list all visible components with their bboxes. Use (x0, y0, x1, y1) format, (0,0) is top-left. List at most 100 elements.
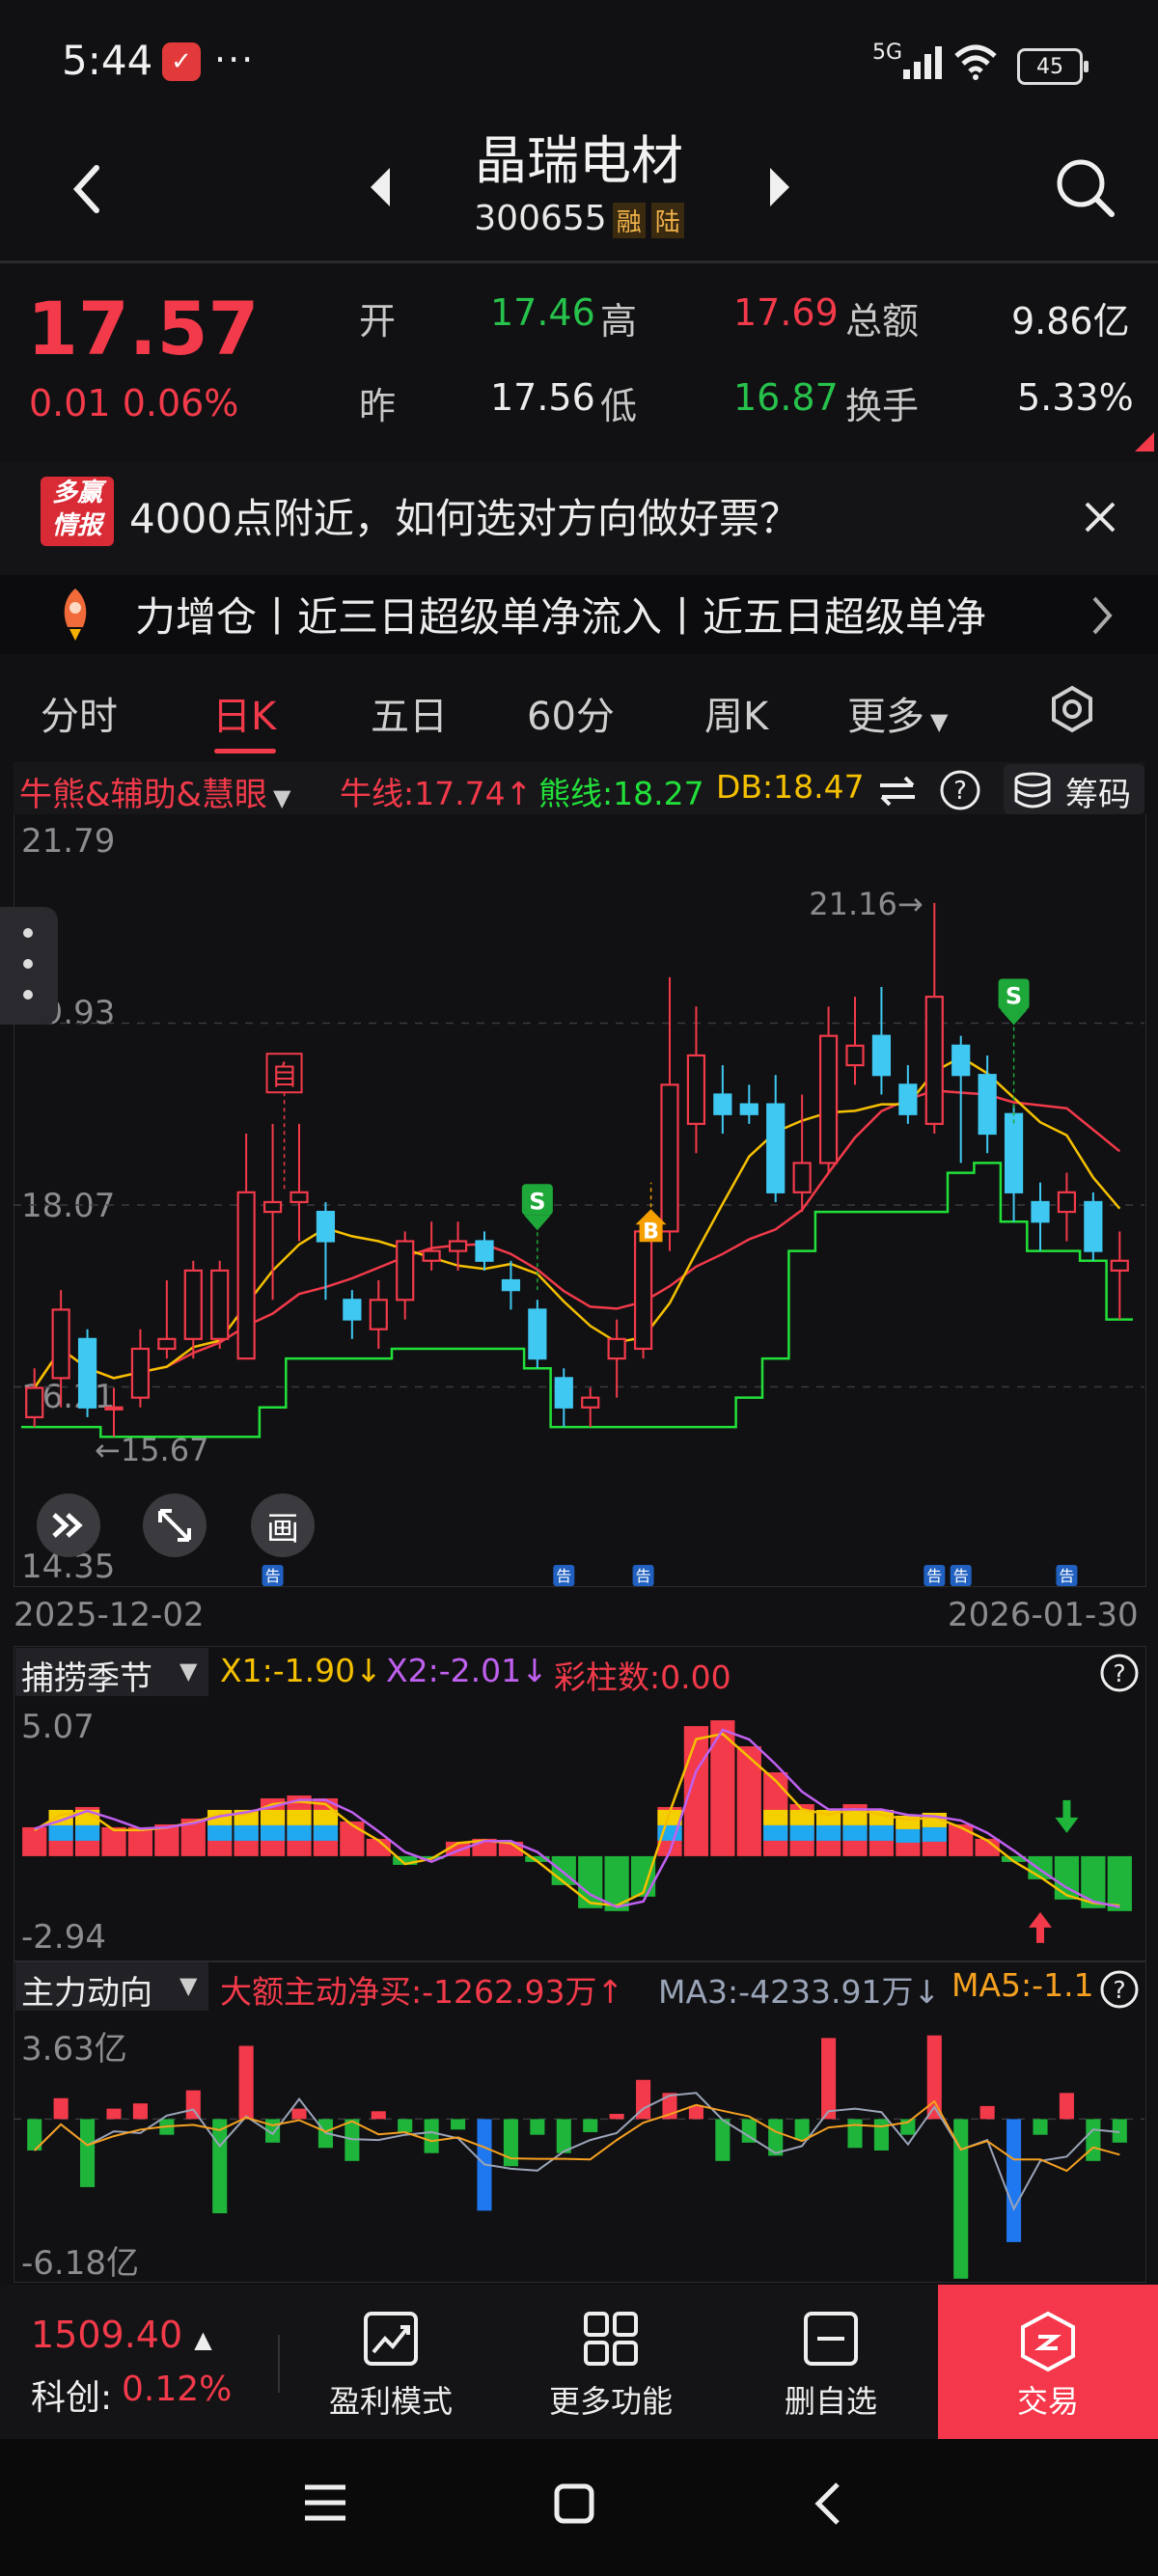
candle-body (633, 1230, 653, 1351)
candle-body (1004, 1112, 1024, 1193)
battery-icon: 45 (1017, 48, 1089, 85)
sub1-band-yellow (763, 1809, 788, 1825)
svg-text:?: ? (953, 777, 967, 806)
tab-five-day[interactable]: 五日 (371, 685, 448, 741)
trade-icon (1021, 2311, 1075, 2372)
candle-body (157, 1337, 177, 1351)
expand-forward-button[interactable] (37, 1494, 100, 1557)
prev-close-value: 17.56 (490, 376, 595, 419)
candle-body (792, 1162, 812, 1193)
ticker-clip: 力增仓丨近三日超级单净流入丨近五日超级单净 (116, 575, 1100, 654)
sub1-band-blue (48, 1824, 73, 1841)
chips-button[interactable]: 筹码 (1004, 764, 1144, 814)
bear-line-value: 熊线:18.27 (538, 775, 704, 812)
current-price: 17.57 (27, 286, 260, 371)
sub1-band-blue (287, 1824, 312, 1841)
home-icon[interactable] (552, 2481, 596, 2526)
indicator-selector[interactable]: 牛熊&辅助&慧眼 ▼ (19, 768, 291, 815)
buy-signal-label: B (643, 1219, 659, 1244)
swap-icon[interactable] (876, 772, 919, 810)
open-label: 开 (359, 300, 397, 343)
ma-red-line (33, 1089, 1121, 1389)
sub2-bar (424, 2119, 439, 2153)
sub2-bar (371, 2111, 386, 2120)
sub2-bar (583, 2119, 598, 2132)
chevron-down-icon: ▼ (179, 1972, 198, 1999)
more-functions-button[interactable]: 更多功能 (529, 2304, 693, 2429)
fullscreen-button[interactable] (143, 1494, 207, 1557)
sub2-selector[interactable]: 主力动向 ▼ (15, 1962, 208, 2013)
app-notification-icon: ✓ (162, 42, 201, 81)
more-functions-label: 更多功能 (548, 2383, 673, 2420)
trade-label: 交易 (1016, 2383, 1079, 2420)
network-label: 5G (872, 41, 903, 65)
side-menu-handle[interactable] (0, 907, 58, 1025)
indicator-name: 牛熊&辅助&慧眼 (19, 776, 268, 814)
index-name: 科创: (31, 2378, 113, 2418)
sub2-bar (1033, 2119, 1048, 2135)
margin-tag: 融 (612, 202, 646, 238)
help-icon[interactable]: ? (1098, 1652, 1141, 1694)
chevron-right-icon[interactable] (1090, 594, 1116, 637)
profit-mode-button[interactable]: 盈利模式 (309, 2304, 473, 2429)
notice-tag-label: 告 (953, 1567, 969, 1585)
next-stock-icon[interactable] (764, 166, 793, 208)
sub2-bar (238, 2045, 254, 2120)
candle-body (25, 1386, 44, 1419)
sub1-bar (101, 1826, 126, 1856)
sub1-canvas[interactable] (14, 1696, 1144, 1960)
sub1-selector[interactable]: 捕捞季节 ▼ (15, 1648, 208, 1698)
sub2-bar (530, 2119, 545, 2135)
tab-more-label: 更多 (847, 695, 924, 739)
connect-tag: 陆 (650, 202, 684, 238)
date-start: 2025-12-02 (14, 1596, 205, 1634)
candle-body (554, 1377, 573, 1409)
tab-daily-k[interactable]: 日K (212, 685, 276, 741)
index-value: 1509.40 ▲ (31, 2314, 212, 2356)
candle-body (369, 1299, 388, 1330)
candle-body (739, 1103, 758, 1115)
candle-body (316, 1210, 336, 1243)
tab-more[interactable]: 更多 ▼ (847, 685, 948, 741)
ad-text[interactable]: 4000点附近，如何选对方向做好票？ (129, 486, 800, 545)
price-change: 0.01 0.06% (29, 382, 239, 425)
sub1-band-yellow (287, 1809, 312, 1825)
sub1-bar (1107, 1855, 1132, 1911)
signal-self: 自 (271, 1059, 298, 1091)
tab-timeshare[interactable]: 分时 (41, 685, 118, 741)
candle-body (1057, 1191, 1077, 1214)
ma3-value: MA3:-4233.91万↓ (658, 1973, 941, 2011)
amount-value: 9.86亿 (1011, 300, 1130, 343)
notice-tag-label: 告 (636, 1567, 651, 1585)
sub1-x2-line (34, 1728, 1120, 1908)
tab-weekly-k[interactable]: 周K (704, 685, 768, 741)
candle-body (77, 1337, 97, 1409)
back-nav-icon[interactable] (809, 2480, 847, 2528)
draw-button[interactable]: 画 (251, 1494, 315, 1557)
search-icon[interactable] (1054, 156, 1117, 220)
sell-signal-label: S (529, 1188, 545, 1215)
trade-button[interactable]: 交易 (938, 2285, 1158, 2439)
net-buy-value: 大额主动净买:-1262.93万↑ (220, 1973, 624, 2011)
sell-signal-label: S (1006, 982, 1022, 1009)
active-tab-indicator (214, 749, 276, 754)
candle-body (818, 1034, 839, 1165)
sub1-band-blue (789, 1824, 814, 1841)
kline-canvas[interactable]: 21.16→←15.67自SSB告告告告告告 (14, 814, 1144, 1586)
db-value: DB:18.47 (716, 768, 865, 806)
remove-watchlist-button[interactable]: 删自选 (749, 2304, 913, 2429)
sub1-band-blue (763, 1824, 788, 1841)
sub2-bar (451, 2119, 466, 2130)
settings-icon[interactable] (1048, 685, 1096, 733)
close-icon[interactable] (1083, 500, 1117, 534)
candle-body (475, 1240, 494, 1262)
help-icon[interactable]: ? (938, 768, 982, 812)
help-icon[interactable]: ? (1098, 1968, 1141, 2011)
menu-icon[interactable] (301, 2481, 349, 2524)
sub2-bar (398, 2119, 413, 2132)
sub2-canvas[interactable] (14, 2011, 1144, 2281)
tab-60min[interactable]: 60分 (527, 685, 615, 741)
wifi-icon (954, 44, 997, 80)
candle-body (104, 1406, 124, 1411)
sub1-band-blue (922, 1826, 947, 1842)
